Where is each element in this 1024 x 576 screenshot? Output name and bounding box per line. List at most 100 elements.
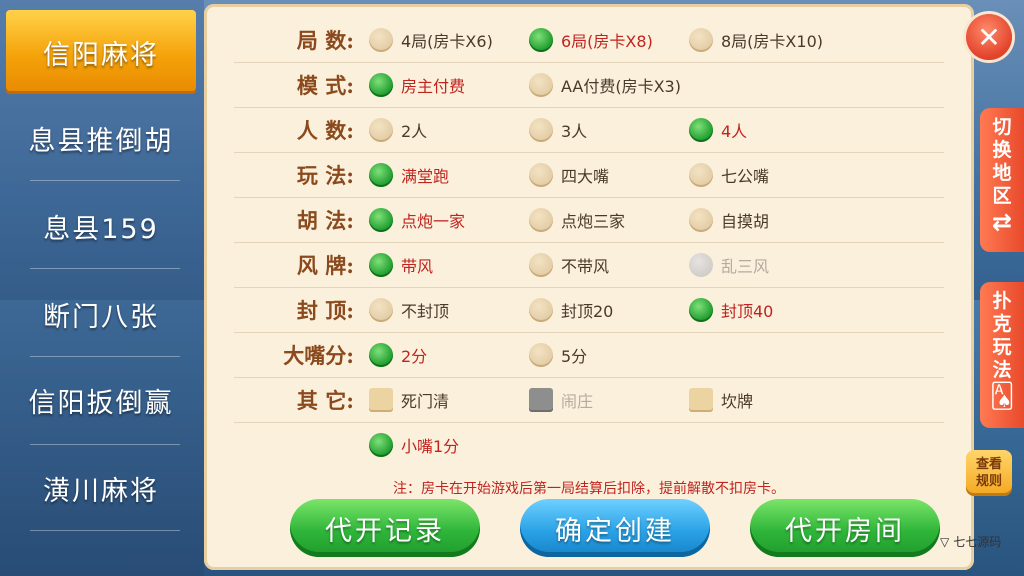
sidebar-item-label: 断门八张 xyxy=(43,301,159,333)
sidebar-item-duanmen-bazhang[interactable]: 断门八张 xyxy=(6,272,196,356)
row-label: 玩 法: xyxy=(296,163,354,188)
proxy-room-button[interactable]: 代开房间 xyxy=(750,499,940,557)
close-icon: ✕ xyxy=(977,20,1001,54)
sidebar-divider xyxy=(30,530,180,531)
option-xiaozui-1-point[interactable]: 小嘴1分 xyxy=(369,423,459,467)
view-rules-button[interactable]: 查看规则 xyxy=(966,450,1012,496)
sidebar-divider xyxy=(30,268,180,269)
option-qigongzui[interactable]: 七公嘴 xyxy=(689,153,769,197)
checkbox-simenqing[interactable]: 死门清 xyxy=(369,378,449,422)
option-dianpao-sanjia[interactable]: 点炮三家 xyxy=(529,198,625,242)
checkbox-kanpai[interactable]: 坎牌 xyxy=(689,378,753,422)
option-label: 带风 xyxy=(401,257,434,276)
option-label: 不带风 xyxy=(561,257,610,276)
triangle-logo-icon: ▽ xyxy=(940,534,950,549)
option-5-points[interactable]: 5分 xyxy=(529,333,587,377)
sidebar-item-label: 信阳麻将 xyxy=(43,39,159,71)
radio-icon xyxy=(529,253,553,277)
option-label: 3人 xyxy=(561,122,588,141)
row-dazui-score: 大嘴分: 2分 5分 xyxy=(234,333,944,378)
close-button[interactable]: ✕ xyxy=(966,14,1012,60)
sidebar-divider xyxy=(30,444,180,445)
option-dianpao-yijia[interactable]: 点炮一家 xyxy=(369,198,465,242)
row-label: 大嘴分: xyxy=(283,343,354,368)
row-label: 封 顶: xyxy=(296,298,354,323)
option-label: 4人 xyxy=(721,122,748,141)
radio-checked-icon xyxy=(369,163,393,187)
sidebar-item-xixian-159[interactable]: 息县159 xyxy=(6,184,196,268)
checkbox-icon xyxy=(689,388,713,412)
row-other: 其 它: 死门清 闹庄 坎牌 xyxy=(234,378,944,423)
radio-icon xyxy=(369,118,393,142)
option-label: 小嘴1分 xyxy=(401,437,460,456)
radio-icon xyxy=(369,28,393,52)
room-card-note: 注：房卡在开始游戏后第一局结算后扣除，提前解散不扣房卡。 xyxy=(393,481,785,497)
region-sidebar: 信阳麻将 息县推倒胡 息县159 断门八张 信阳扳倒赢 潢川麻将 xyxy=(0,0,204,576)
option-label: 死门清 xyxy=(401,392,450,411)
option-label: 不封顶 xyxy=(401,302,450,321)
row-rounds: 局 数: 4局(房卡X6) 6局(房卡X8) 8局(房卡X10) xyxy=(234,18,944,63)
option-label: 5分 xyxy=(561,347,588,366)
sidebar-item-xixian-tuidaohu[interactable]: 息县推倒胡 xyxy=(6,96,196,180)
option-3-players[interactable]: 3人 xyxy=(529,108,587,152)
radio-checked-icon xyxy=(369,343,393,367)
option-6-rounds[interactable]: 6局(房卡X8) xyxy=(529,18,653,62)
row-label: 胡 法: xyxy=(296,208,354,233)
sidebar-item-huangchuan-mahjong[interactable]: 潢川麻将 xyxy=(6,446,196,530)
radio-checked-icon xyxy=(689,298,713,322)
radio-checked-icon xyxy=(369,73,393,97)
option-label: 乱三风 xyxy=(721,257,770,276)
switch-region-label: 切换地区 xyxy=(992,116,1012,207)
option-2-points[interactable]: 2分 xyxy=(369,333,427,377)
option-label: 点炮三家 xyxy=(561,212,626,231)
option-4-players[interactable]: 4人 xyxy=(689,108,747,152)
radio-icon xyxy=(689,28,713,52)
radio-icon xyxy=(529,208,553,232)
sidebar-item-label: 信阳扳倒赢 xyxy=(28,387,174,419)
option-host-pays[interactable]: 房主付费 xyxy=(369,63,465,107)
watermark: ▽ 七七源码 xyxy=(940,533,1001,550)
option-label: 8局(房卡X10) xyxy=(721,32,823,51)
radio-icon xyxy=(689,208,713,232)
row-label: 人 数: xyxy=(296,118,354,143)
option-4-rounds[interactable]: 4局(房卡X6) xyxy=(369,18,493,62)
row-mode: 模 式: 房主付费 AA付费(房卡X3) xyxy=(234,63,944,108)
radio-icon xyxy=(529,73,553,97)
radio-icon xyxy=(529,118,553,142)
row-play-style: 玩 法: 满堂跑 四大嘴 七公嘴 xyxy=(234,153,944,198)
option-sidazui[interactable]: 四大嘴 xyxy=(529,153,609,197)
option-mantangpao[interactable]: 满堂跑 xyxy=(369,153,449,197)
poker-games-tab[interactable]: 扑克玩法 🂡 xyxy=(980,282,1024,428)
radio-checked-icon xyxy=(529,28,553,52)
swap-arrows-icon: ⇄ xyxy=(991,208,1013,236)
option-aa-pays[interactable]: AA付费(房卡X3) xyxy=(529,63,681,107)
option-label: 坎牌 xyxy=(721,392,754,411)
option-zimohu[interactable]: 自摸胡 xyxy=(689,198,769,242)
option-2-players[interactable]: 2人 xyxy=(369,108,427,152)
sidebar-divider xyxy=(30,356,180,357)
radio-icon xyxy=(529,163,553,187)
row-win-method: 胡 法: 点炮一家 点炮三家 自摸胡 xyxy=(234,198,944,243)
proxy-record-button[interactable]: 代开记录 xyxy=(290,499,480,557)
option-with-wind[interactable]: 带风 xyxy=(369,243,433,287)
radio-disabled-icon xyxy=(689,253,713,277)
option-label: 4局(房卡X6) xyxy=(401,32,493,51)
option-label: 6局(房卡X8) xyxy=(561,32,653,51)
option-cap-40[interactable]: 封顶40 xyxy=(689,288,773,332)
row-wind-tiles: 风 牌: 带风 不带风 乱三风 xyxy=(234,243,944,288)
option-label: AA付费(房卡X3) xyxy=(561,77,681,96)
sidebar-item-xinyang-mahjong[interactable]: 信阳麻将 xyxy=(6,10,196,94)
switch-region-tab[interactable]: 切换地区 ⇄ xyxy=(980,108,1024,252)
confirm-create-button[interactable]: 确定创建 xyxy=(520,499,710,557)
radio-icon xyxy=(529,298,553,322)
row-label: 局 数: xyxy=(296,28,354,53)
view-rules-label: 查看规则 xyxy=(975,457,1002,489)
option-label: 封顶40 xyxy=(721,302,774,321)
sidebar-item-xinyang-bandaoying[interactable]: 信阳扳倒赢 xyxy=(6,358,196,442)
option-no-cap[interactable]: 不封顶 xyxy=(369,288,449,332)
option-without-wind[interactable]: 不带风 xyxy=(529,243,609,287)
option-cap-20[interactable]: 封顶20 xyxy=(529,288,613,332)
checkbox-naozhuang: 闹庄 xyxy=(529,378,593,422)
checkbox-icon xyxy=(369,388,393,412)
option-8-rounds[interactable]: 8局(房卡X10) xyxy=(689,18,823,62)
